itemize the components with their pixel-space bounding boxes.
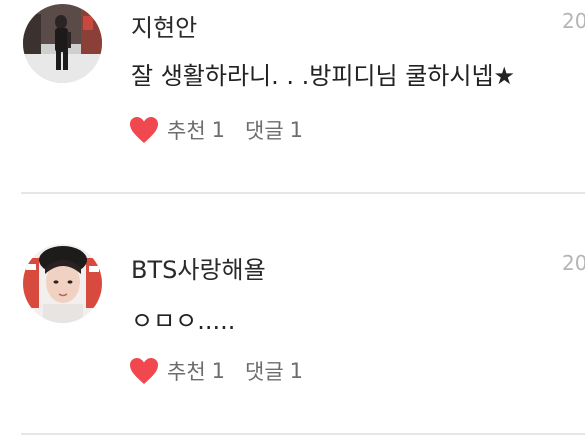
comment-actions: 추천 1 댓글 1 [129, 356, 303, 386]
heart-icon [130, 117, 158, 143]
like-count: 1 [211, 359, 226, 383]
comment-item: BTS사랑해욜 20 ㅇㅁㅇ..... 추천 1 댓글 1 [0, 240, 585, 434]
reply-label: 댓글 [245, 360, 284, 384]
comment-text: ㅇㅁㅇ..... [131, 307, 236, 335]
reply-button[interactable]: 댓글 1 [245, 115, 303, 145]
like-button[interactable]: 추천 1 [129, 115, 225, 145]
avatar[interactable] [23, 4, 102, 83]
like-label: 추천 [167, 360, 206, 384]
reply-label: 댓글 [245, 119, 284, 143]
reply-button[interactable]: 댓글 1 [245, 356, 303, 386]
reply-count: 1 [289, 359, 304, 383]
comment-author[interactable]: 지현안 [131, 8, 197, 43]
reply-count: 1 [289, 118, 304, 142]
comment-text: 잘 생활하라니. . .방피디님 쿨하시넵★ [131, 62, 516, 90]
avatar-photo-icon [23, 4, 102, 83]
avatar[interactable] [23, 244, 102, 323]
like-label: 추천 [167, 119, 206, 143]
comment-actions: 추천 1 댓글 1 [129, 115, 303, 145]
comment-date: 20 [562, 251, 585, 275]
comment-item: 지현안 20 잘 생활하라니. . .방피디님 쿨하시넵★ 추천 1 댓글 1 [0, 0, 585, 194]
comment-author[interactable]: BTS사랑해욜 [131, 250, 266, 285]
like-count: 1 [211, 118, 226, 142]
divider [21, 433, 585, 435]
comment-date: 20 [562, 9, 585, 33]
avatar-photo-icon [23, 244, 102, 323]
like-button[interactable]: 추천 1 [129, 356, 225, 386]
heart-icon [130, 358, 158, 384]
divider [21, 192, 585, 194]
